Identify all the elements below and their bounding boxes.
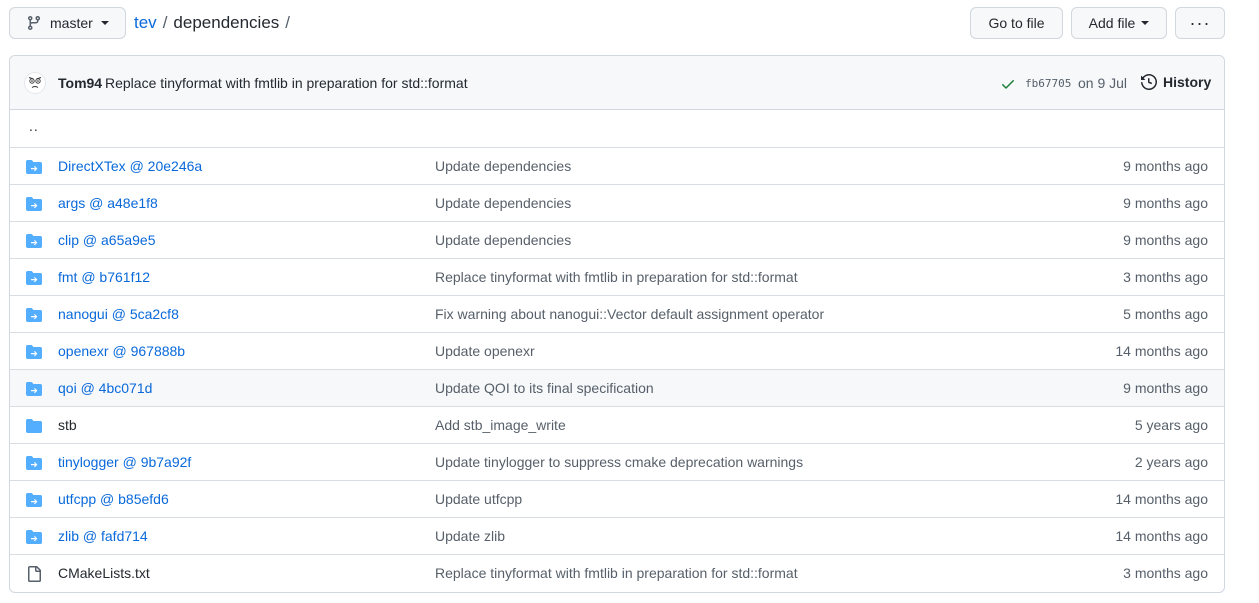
file-row[interactable]: tinylogger @ 9b7a92f Update tinylogger to… bbox=[10, 443, 1224, 480]
file-browser: Tom94 Replace tinyformat with fmtlib in … bbox=[9, 55, 1225, 593]
file-name-link[interactable]: tinylogger @ 9b7a92f bbox=[58, 454, 191, 470]
check-icon[interactable] bbox=[1000, 76, 1016, 92]
file-name-link[interactable]: args @ a48e1f8 bbox=[58, 195, 158, 211]
file-commit-age: 3 months ago bbox=[1123, 269, 1208, 285]
file-row[interactable]: stb Add stb_image_write 5 years ago bbox=[10, 406, 1224, 443]
file-row[interactable]: qoi @ 4bc071d Update QOI to its final spe… bbox=[10, 369, 1224, 406]
file-commit-message[interactable]: Update openexr bbox=[435, 343, 535, 359]
more-options-button[interactable]: ··· bbox=[1175, 7, 1225, 39]
commit-message[interactable]: Replace tinyformat with fmtlib in prepar… bbox=[105, 75, 468, 91]
file-commit-message[interactable]: Replace tinyformat with fmtlib in prepar… bbox=[435, 269, 798, 285]
file-name-link[interactable]: utfcpp @ b85efd6 bbox=[58, 491, 169, 507]
file-commit-message[interactable]: Update dependencies bbox=[435, 232, 571, 248]
file-commit-age: 9 months ago bbox=[1123, 195, 1208, 211]
file-row[interactable]: nanogui @ 5ca2cf8 Fix warning about nanog… bbox=[10, 295, 1224, 332]
add-file-label: Add file bbox=[1088, 15, 1136, 31]
file-commit-message[interactable]: Replace tinyformat with fmtlib in prepar… bbox=[435, 565, 798, 581]
file-commit-age: 14 months ago bbox=[1115, 491, 1208, 507]
breadcrumb-repo-link[interactable]: tev bbox=[134, 13, 157, 33]
breadcrumb-current-folder: dependencies bbox=[173, 13, 280, 32]
repo-toolbar: master tev / dependencies / Go to file A… bbox=[0, 0, 1259, 48]
file-row[interactable]: openexr @ 967888b Update openexr 14 months… bbox=[10, 332, 1224, 369]
file-row[interactable]: zlib @ fafd714 Update zlib 14 months ago bbox=[10, 517, 1224, 554]
submodule-folder-icon bbox=[26, 270, 42, 286]
file-commit-message[interactable]: Update QOI to its final specification bbox=[435, 380, 654, 396]
file-name-link[interactable]: zlib @ fafd714 bbox=[58, 528, 148, 544]
file-row[interactable]: utfcpp @ b85efd6 Update utfcpp 14 months a… bbox=[10, 480, 1224, 517]
parent-directory-row[interactable]: .. bbox=[10, 110, 1224, 147]
submodule-folder-icon bbox=[26, 344, 42, 360]
file-commit-age: 5 years ago bbox=[1134, 417, 1208, 433]
file-name-link[interactable]: openexr @ 967888b bbox=[58, 343, 185, 359]
commit-author[interactable]: Tom94 bbox=[58, 75, 102, 91]
file-name-link[interactable]: clip @ a65a9e5 bbox=[58, 232, 156, 248]
file-name-link[interactable]: CMakeLists.txt bbox=[58, 565, 150, 581]
submodule-folder-icon bbox=[26, 159, 42, 175]
file-commit-message[interactable]: Update tinylogger to suppress cmake depr… bbox=[435, 454, 803, 470]
file-row[interactable]: args @ a48e1f8 Update dependencies 9 month… bbox=[10, 184, 1224, 221]
file-name-link[interactable]: DirectXTex @ 20e246a bbox=[58, 158, 202, 174]
file-commit-age: 3 months ago bbox=[1123, 565, 1208, 581]
file-commit-age: 5 months ago bbox=[1123, 306, 1208, 322]
commit-date: on 9 Jul bbox=[1078, 75, 1128, 91]
submodule-folder-icon bbox=[26, 307, 42, 323]
breadcrumb-separator: / bbox=[285, 13, 291, 32]
file-name-link[interactable]: stb bbox=[58, 417, 77, 433]
file-name-link[interactable]: fmt @ b761f12 bbox=[58, 269, 150, 285]
chevron-down-icon bbox=[1141, 21, 1150, 25]
file-name-link[interactable]: nanogui @ 5ca2cf8 bbox=[58, 306, 179, 322]
file-commit-age: 9 months ago bbox=[1123, 158, 1208, 174]
file-commit-age: 9 months ago bbox=[1123, 380, 1208, 396]
file-list: .. DirectXTex @ 20e246a Update dependenci… bbox=[10, 110, 1224, 591]
file-commit-message[interactable]: Update dependencies bbox=[435, 195, 571, 211]
commit-sha-link[interactable]: fb67705 bbox=[1025, 77, 1071, 90]
file-commit-message[interactable]: Add stb_image_write bbox=[435, 417, 566, 433]
breadcrumb: tev / dependencies / bbox=[134, 13, 296, 33]
submodule-folder-icon bbox=[26, 196, 42, 212]
branch-name: master bbox=[50, 15, 93, 31]
submodule-folder-icon bbox=[26, 233, 42, 249]
submodule-folder-icon bbox=[26, 529, 42, 545]
file-icon bbox=[26, 566, 42, 582]
parent-directory-link[interactable]: .. bbox=[29, 118, 39, 134]
submodule-folder-icon bbox=[26, 492, 42, 508]
file-name-link[interactable]: qoi @ 4bc071d bbox=[58, 380, 152, 396]
file-commit-message[interactable]: Update utfcpp bbox=[435, 491, 522, 507]
file-commit-message[interactable]: Update dependencies bbox=[435, 158, 571, 174]
git-branch-icon bbox=[26, 15, 42, 31]
file-row[interactable]: DirectXTex @ 20e246a Update dependencies 9… bbox=[10, 147, 1224, 184]
file-commit-message[interactable]: Fix warning about nanogui::Vector defaul… bbox=[435, 306, 824, 322]
breadcrumb-separator: / bbox=[162, 13, 168, 32]
latest-commit-bar: Tom94 Replace tinyformat with fmtlib in … bbox=[10, 56, 1224, 110]
avatar[interactable] bbox=[24, 72, 46, 94]
history-label: History bbox=[1163, 74, 1212, 90]
file-commit-message[interactable]: Update zlib bbox=[435, 528, 505, 544]
history-link[interactable]: History bbox=[1141, 74, 1211, 90]
file-row[interactable]: fmt @ b761f12 Replace tinyformat with fmt… bbox=[10, 258, 1224, 295]
file-commit-age: 9 months ago bbox=[1123, 232, 1208, 248]
folder-icon bbox=[26, 418, 42, 434]
submodule-folder-icon bbox=[26, 455, 42, 471]
file-commit-age: 14 months ago bbox=[1115, 528, 1208, 544]
file-row[interactable]: CMakeLists.txt Replace tinyformat with fm… bbox=[10, 554, 1224, 591]
file-row[interactable]: clip @ a65a9e5 Update dependencies 9 month… bbox=[10, 221, 1224, 258]
file-commit-age: 2 years ago bbox=[1134, 454, 1208, 470]
history-icon bbox=[1141, 74, 1157, 90]
go-to-file-button[interactable]: Go to file bbox=[970, 7, 1063, 39]
file-commit-age: 14 months ago bbox=[1115, 343, 1208, 359]
chevron-down-icon bbox=[100, 21, 109, 25]
add-file-button[interactable]: Add file bbox=[1071, 7, 1167, 39]
submodule-folder-icon bbox=[26, 381, 42, 397]
branch-select-button[interactable]: master bbox=[9, 7, 126, 39]
